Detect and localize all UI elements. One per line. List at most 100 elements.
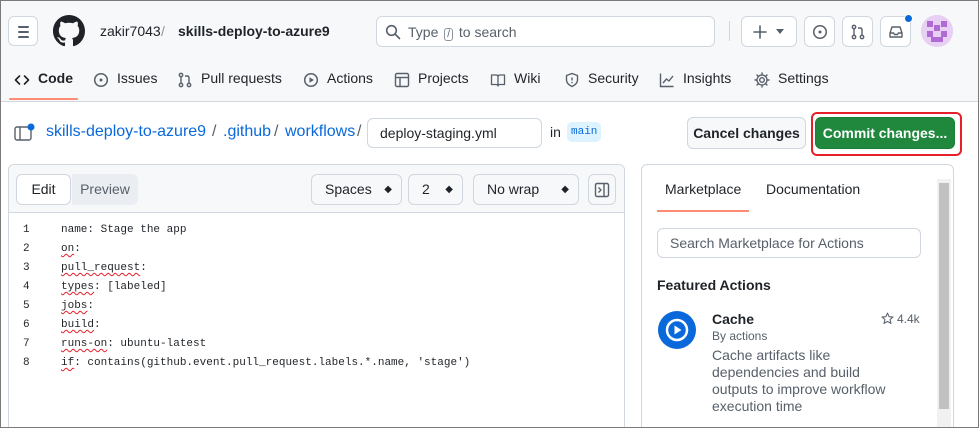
path-github-link[interactable]: .github (223, 123, 271, 141)
github-logo-icon[interactable] (53, 15, 85, 47)
code-line: 3 pull_request: (9, 259, 624, 278)
tab-insights[interactable]: Insights (659, 70, 733, 90)
line-error-text: pull_request (61, 262, 141, 274)
tab-security[interactable]: Security (564, 70, 639, 90)
graph-icon (659, 73, 674, 88)
search-icon (385, 24, 401, 40)
tab-marketplace[interactable]: Marketplace (665, 181, 741, 197)
tab-wiki-label: Wiki (514, 70, 541, 86)
avatar[interactable] (921, 15, 953, 47)
github-editor-window: zakir7043 / skills-deploy-to-azure9 Type… (0, 0, 979, 428)
issues-button[interactable] (804, 16, 835, 47)
menu-icon-bar (18, 31, 29, 33)
file-tree-toggle-icon[interactable] (14, 123, 36, 141)
caret-down-icon (776, 29, 784, 34)
in-label: in (550, 124, 561, 140)
line-number: 2 (23, 243, 30, 255)
global-search-input[interactable]: Type / to search (376, 16, 715, 47)
slash-key-hint: / (444, 28, 454, 41)
tab-settings[interactable]: Settings (754, 70, 830, 90)
line-text: name: Stage the app (61, 224, 186, 236)
search-placeholder-suffix: to search (458, 24, 517, 40)
path-repo-link[interactable]: skills-deploy-to-azure9 (46, 123, 206, 141)
line-text: if: contains(github.event.pull_request.l… (61, 357, 470, 369)
cancel-changes-button[interactable]: Cancel changes (687, 117, 806, 149)
tab-pull-requests[interactable]: Pull requests (177, 70, 283, 90)
line-text: build: (61, 319, 101, 331)
code-icon (14, 75, 30, 85)
tab-edit[interactable]: Edit (16, 174, 71, 205)
tab-issues[interactable]: Issues (93, 70, 157, 90)
global-header: zakir7043 / skills-deploy-to-azure9 Type… (1, 1, 978, 59)
inbox-icon (889, 26, 903, 38)
panel-scrollbar-thumb[interactable] (939, 183, 949, 409)
breadcrumb-separator: / (161, 23, 165, 39)
indent-mode-value: Spaces (325, 181, 372, 197)
breadcrumb-owner[interactable]: zakir7043 (100, 23, 161, 39)
code-line: 1 name: Stage the app (9, 221, 624, 240)
issue-icon (93, 72, 109, 88)
gear-icon (754, 72, 770, 88)
search-placeholder: Type / to search (408, 24, 517, 41)
line-number: 5 (23, 300, 30, 312)
create-new-button[interactable] (741, 16, 797, 47)
line-tail-text: : (94, 319, 101, 331)
line-number: 7 (23, 338, 30, 350)
featured-actions-heading: Featured Actions (657, 277, 771, 293)
featured-action-author: By actions (712, 329, 768, 343)
line-tail-text: : (74, 243, 81, 255)
line-text: on: (61, 243, 81, 255)
editor-toolbar: Edit Preview Spaces ◆ 2 ◆ No wrap ◆ (9, 165, 624, 213)
breadcrumb-repo[interactable]: skills-deploy-to-azure9 (178, 23, 330, 39)
select-arrows-icon: ◆ (445, 184, 453, 195)
line-text: types: [labeled] (61, 281, 167, 293)
menu-button[interactable] (8, 16, 38, 46)
indent-size-value: 2 (422, 181, 430, 197)
line-error-text: on (61, 243, 75, 255)
active-tab-underline (9, 98, 78, 100)
line-tail-text: : [labeled] (94, 281, 167, 293)
path-workflows-link[interactable]: workflows (285, 123, 355, 141)
line-error-text: runs-on (61, 338, 108, 350)
tab-actions-label: Actions (327, 70, 373, 86)
commit-changes-button[interactable]: Commit changes... (815, 117, 955, 149)
tab-issues-label: Issues (117, 70, 158, 86)
filename-input[interactable] (367, 118, 542, 148)
path-separator: / (274, 123, 279, 140)
marketplace-search-input[interactable]: Search Marketplace for Actions (657, 228, 921, 258)
identicon-icon (921, 15, 953, 47)
select-arrows-icon: ◆ (561, 184, 569, 195)
tab-projects-label: Projects (418, 70, 469, 86)
line-number: 8 (23, 357, 30, 369)
line-tail-text: : contains(github.event.pull_request.lab… (74, 357, 471, 369)
play-icon (303, 72, 319, 88)
tab-insights-label: Insights (683, 70, 732, 86)
tab-wiki[interactable]: Wiki (490, 70, 542, 90)
path-separator: / (357, 123, 362, 140)
wrap-mode-select[interactable]: No wrap ◆ (473, 174, 579, 205)
line-text: pull_request: (61, 262, 147, 274)
tab-documentation[interactable]: Documentation (766, 181, 860, 197)
indent-mode-select[interactable]: Spaces ◆ (311, 174, 402, 205)
line-error-text: types (61, 281, 95, 293)
toggle-panel-button[interactable] (588, 174, 616, 205)
book-icon (490, 74, 506, 87)
code-line: 5 jobs: (9, 297, 624, 316)
pull-requests-button[interactable] (842, 16, 873, 47)
code-line: 4 types: [labeled] (9, 278, 624, 297)
indent-size-select[interactable]: 2 ◆ (408, 174, 463, 205)
wrap-mode-value: No wrap (487, 181, 540, 197)
table-icon (394, 72, 410, 88)
tab-actions[interactable]: Actions (303, 70, 375, 90)
path-separator: / (212, 123, 217, 140)
star-icon (881, 312, 894, 324)
featured-action-title[interactable]: Cache (712, 311, 754, 327)
menu-icon-bar (18, 36, 29, 38)
line-number: 6 (23, 319, 30, 331)
tab-projects[interactable]: Projects (394, 70, 469, 90)
tab-preview[interactable]: Preview (72, 174, 138, 205)
play-icon (665, 318, 689, 342)
line-error-text: if (61, 357, 75, 369)
cache-action-logo[interactable] (658, 311, 696, 349)
tab-code[interactable]: Code (14, 70, 74, 90)
